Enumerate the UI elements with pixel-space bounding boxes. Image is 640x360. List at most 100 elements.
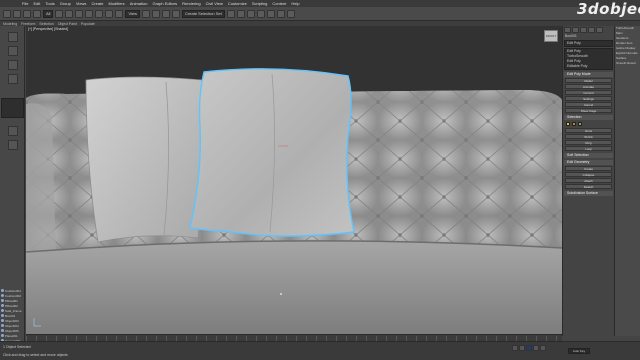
commit-button[interactable]: Commit bbox=[565, 90, 612, 95]
selection-filter-dropdown[interactable]: All bbox=[43, 9, 54, 18]
menu-item-help[interactable]: Help bbox=[291, 1, 299, 6]
perspective-viewport[interactable]: [+] [Perspective] [Shaded] FRONT bbox=[26, 26, 562, 334]
move-icon[interactable] bbox=[95, 9, 104, 18]
list-item[interactable]: Sofa_Frame bbox=[1, 308, 24, 313]
curve-editor-icon[interactable] bbox=[256, 9, 265, 18]
object-name-field[interactable]: Box001 bbox=[563, 34, 614, 39]
ribbon-tab-populate[interactable]: Populate bbox=[81, 22, 95, 26]
menu-item-create[interactable]: Create bbox=[91, 1, 103, 6]
next-frame-icon[interactable] bbox=[533, 345, 539, 351]
hierarchy-icon[interactable] bbox=[8, 126, 18, 136]
find-icon[interactable] bbox=[8, 140, 18, 150]
timeline[interactable] bbox=[26, 334, 562, 341]
select-icon[interactable] bbox=[8, 32, 18, 42]
rect-selection-icon[interactable] bbox=[75, 9, 84, 18]
window-crossing-icon[interactable] bbox=[85, 9, 94, 18]
reference-coordinate-dropdown[interactable]: View bbox=[125, 9, 141, 18]
link-icon[interactable] bbox=[23, 9, 31, 18]
viewcube[interactable]: FRONT bbox=[544, 30, 558, 42]
status-prompt: Click and drag to select and move object… bbox=[3, 353, 68, 357]
menu-item-scripting[interactable]: Scripting bbox=[252, 1, 268, 6]
material-editor-icon[interactable] bbox=[266, 9, 275, 18]
param-label[interactable]: Smooth Result bbox=[615, 61, 640, 66]
undo-icon[interactable] bbox=[3, 9, 11, 18]
auto-key-button[interactable]: Auto Key bbox=[568, 348, 590, 354]
go-to-start-icon[interactable] bbox=[512, 345, 518, 351]
show-cage-button[interactable]: Show Cage bbox=[565, 108, 612, 113]
select-object-icon[interactable] bbox=[55, 9, 64, 18]
list-item[interactable]: Cushion001 bbox=[1, 288, 24, 293]
modifier-list-dropdown[interactable]: Edit Poly bbox=[564, 40, 613, 47]
play-icon[interactable] bbox=[526, 345, 532, 351]
pivot-center-icon[interactable] bbox=[142, 9, 151, 18]
menu-item-tools[interactable]: Tools bbox=[45, 1, 54, 6]
unlink-icon[interactable] bbox=[33, 9, 41, 18]
menu-item-customize[interactable]: Customize bbox=[228, 1, 247, 6]
viewport-label[interactable]: [+] [Perspective] [Shaded] bbox=[28, 27, 68, 31]
ribbon-tab-modeling[interactable]: Modeling bbox=[3, 22, 17, 26]
loop-button[interactable]: Loop bbox=[565, 146, 612, 151]
menu-item-graph-editors[interactable]: Graph Editors bbox=[152, 1, 177, 6]
object-icon bbox=[1, 334, 4, 337]
animate-button[interactable]: Animate bbox=[565, 84, 612, 89]
layer-icon[interactable] bbox=[8, 74, 18, 84]
scene-object-list: Cushion001 Cushion002 Pillow001 Pillow00… bbox=[1, 288, 24, 343]
render-icon[interactable] bbox=[286, 9, 295, 18]
snap-toggle-icon[interactable] bbox=[152, 9, 161, 18]
modify-tab-icon[interactable] bbox=[572, 27, 579, 33]
menu-item-edit[interactable]: Edit bbox=[33, 1, 40, 6]
vertex-icon[interactable] bbox=[566, 122, 570, 126]
menu-item-file[interactable]: File bbox=[22, 1, 28, 6]
rollout-header[interactable]: Subdivision Surface bbox=[564, 191, 613, 196]
collapse-button[interactable]: Collapse bbox=[565, 172, 612, 177]
edge-icon[interactable] bbox=[572, 122, 576, 126]
create-button[interactable]: Create bbox=[565, 166, 612, 171]
settings-button[interactable]: Settings bbox=[565, 96, 612, 101]
angle-snap-icon[interactable] bbox=[162, 9, 171, 18]
display-tab-icon[interactable] bbox=[596, 27, 603, 33]
model-button[interactable]: Model bbox=[565, 78, 612, 83]
mirror-icon[interactable] bbox=[226, 9, 235, 18]
previous-frame-icon[interactable] bbox=[519, 345, 525, 351]
list-item[interactable]: Cushion002 bbox=[1, 293, 24, 298]
sort-icon[interactable] bbox=[8, 60, 18, 70]
menu-item-animation[interactable]: Animation bbox=[130, 1, 148, 6]
select-by-name-icon[interactable] bbox=[65, 9, 74, 18]
align-icon[interactable] bbox=[236, 9, 245, 18]
redo-icon[interactable] bbox=[13, 9, 21, 18]
menu-item-civil-view[interactable]: Civil View bbox=[206, 1, 223, 6]
attach-button[interactable]: Attach bbox=[565, 178, 612, 183]
menu-item-views[interactable]: Views bbox=[76, 1, 87, 6]
motion-tab-icon[interactable] bbox=[588, 27, 595, 33]
stack-item[interactable]: Editable Poly bbox=[565, 64, 612, 69]
filter-icon[interactable] bbox=[8, 46, 18, 56]
ribbon-tab-selection[interactable]: Selection bbox=[39, 22, 53, 26]
ribbon-tab-object-paint[interactable]: Object Paint bbox=[58, 22, 77, 26]
named-selection-dropdown[interactable]: Create Selection Set bbox=[182, 9, 225, 18]
cancel-button[interactable]: Cancel bbox=[565, 102, 612, 107]
shrink-button[interactable]: Shrink bbox=[565, 134, 612, 139]
object-icon bbox=[1, 304, 4, 307]
rollout-header[interactable]: Selection bbox=[564, 115, 613, 120]
detach-button[interactable]: Detach bbox=[565, 184, 612, 189]
menu-item-group[interactable]: Group bbox=[60, 1, 71, 6]
menu-item-rendering[interactable]: Rendering bbox=[182, 1, 200, 6]
percent-snap-icon[interactable] bbox=[172, 9, 181, 18]
menu-item-content[interactable]: Content bbox=[272, 1, 286, 6]
create-tab-icon[interactable] bbox=[564, 27, 571, 33]
grow-button[interactable]: Grow bbox=[565, 128, 612, 133]
render-setup-icon[interactable] bbox=[276, 9, 285, 18]
go-to-end-icon[interactable] bbox=[540, 345, 546, 351]
hierarchy-tab-icon[interactable] bbox=[580, 27, 587, 33]
rollout-header[interactable]: Soft Selection bbox=[564, 153, 613, 158]
modifier-stack: Edit Poly TurboSmooth Edit Poly Editable… bbox=[564, 48, 613, 70]
ring-button[interactable]: Ring bbox=[565, 140, 612, 145]
menu-item-modifiers[interactable]: Modifiers bbox=[108, 1, 124, 6]
ribbon-tab-freeform[interactable]: Freeform bbox=[21, 22, 35, 26]
rollout-header[interactable]: Edit Poly Mode bbox=[564, 72, 613, 77]
scale-icon[interactable] bbox=[115, 9, 124, 18]
rollout-header[interactable]: Edit Geometry bbox=[564, 160, 613, 165]
rotate-icon[interactable] bbox=[105, 9, 114, 18]
polygon-icon[interactable] bbox=[578, 122, 582, 126]
layers-icon[interactable] bbox=[246, 9, 255, 18]
